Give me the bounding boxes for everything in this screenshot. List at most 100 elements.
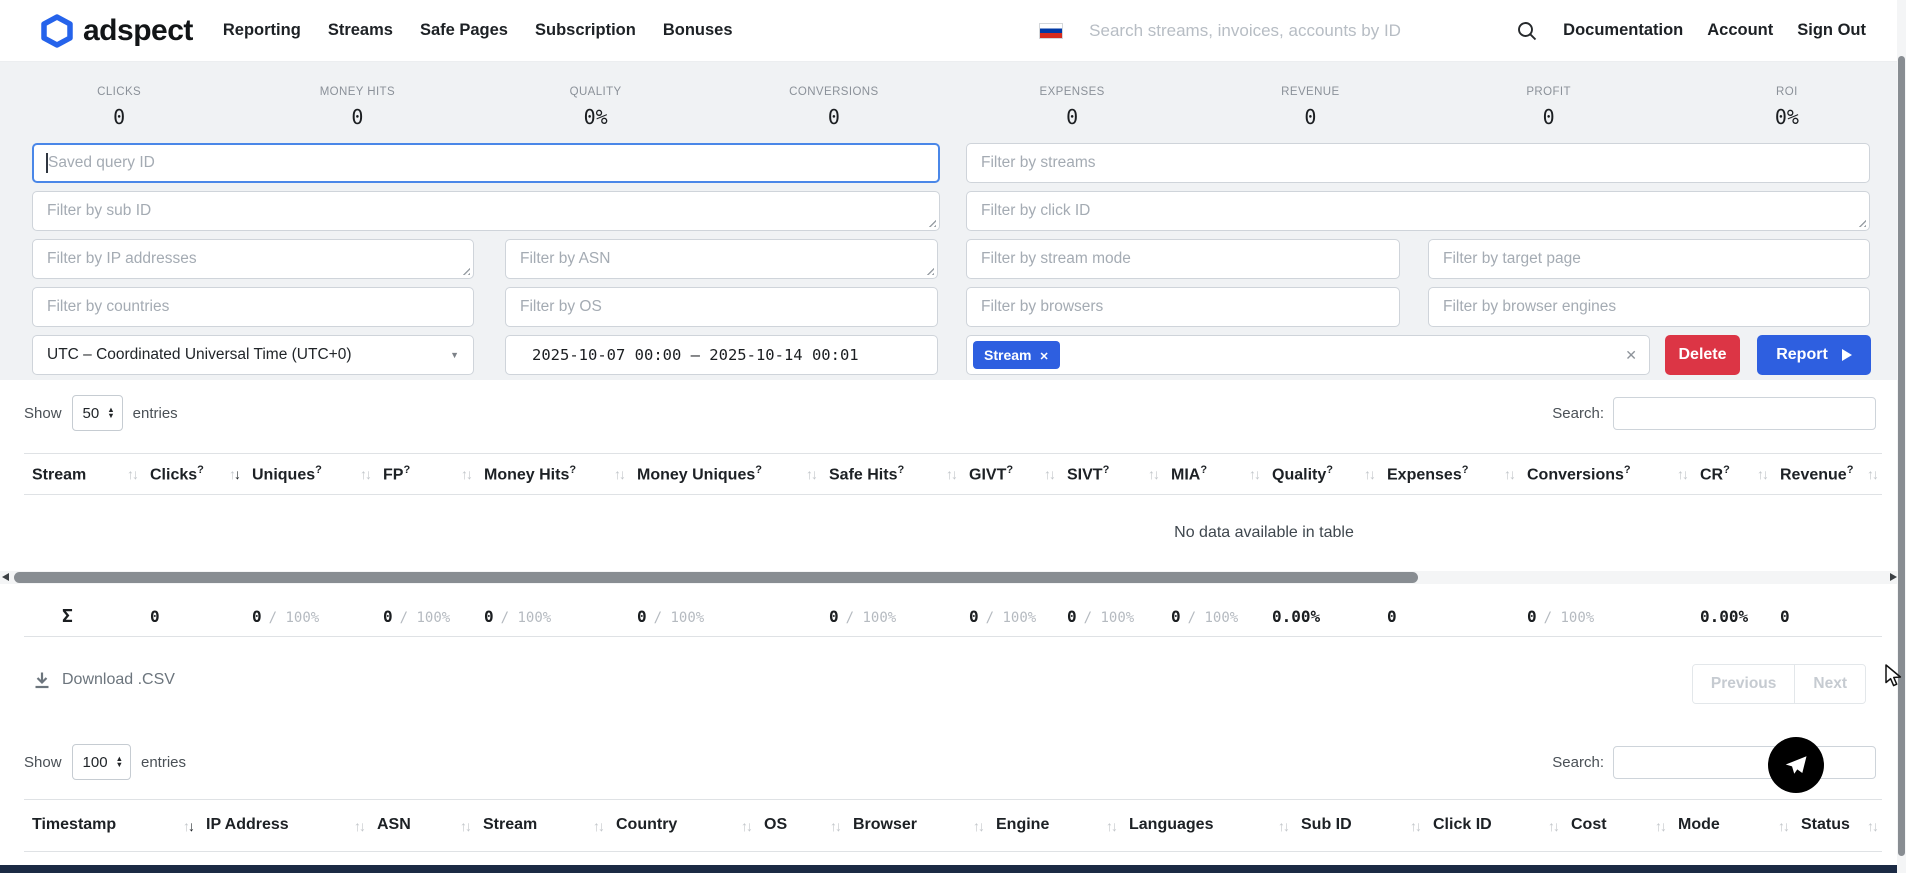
col-sivt[interactable]: SIVT?	[1059, 454, 1163, 495]
streams-field	[966, 143, 1870, 183]
scroll-left-icon[interactable]	[2, 573, 9, 581]
clear-selection-icon[interactable]	[1625, 347, 1637, 364]
col-uniques[interactable]: Uniques?	[244, 454, 375, 495]
nav-account[interactable]: Account	[1707, 21, 1773, 40]
remove-tag-icon[interactable]	[1039, 347, 1048, 363]
date-range-input[interactable]	[505, 335, 938, 375]
asn-filter-input[interactable]	[505, 239, 938, 279]
streams-filter-input[interactable]	[966, 143, 1870, 183]
col-status[interactable]: Status	[1793, 800, 1882, 852]
nav-safe-pages[interactable]: Safe Pages	[420, 21, 508, 40]
click-id-filter-input[interactable]	[966, 191, 1870, 231]
sort-icon	[183, 818, 193, 834]
sort-icon	[1410, 818, 1420, 834]
total-mia: 0/ 100%	[1163, 597, 1264, 637]
table2-search-input[interactable]	[1613, 746, 1876, 779]
search-icon[interactable]	[1515, 19, 1539, 43]
sort-icon	[593, 818, 603, 834]
asn-field	[505, 239, 938, 279]
col-expenses[interactable]: Expenses?	[1379, 454, 1519, 495]
next-button[interactable]: Next	[1795, 665, 1865, 703]
col-cr[interactable]: CR?	[1692, 454, 1772, 495]
stat-roi: ROI 0%	[1668, 62, 1906, 148]
mouse-cursor-icon	[1884, 664, 1906, 693]
sort-icon	[360, 466, 370, 482]
col-languages[interactable]: Languages	[1121, 800, 1293, 852]
horizontal-scrollbar[interactable]	[0, 571, 1906, 584]
col-click-id[interactable]: Click ID	[1425, 800, 1563, 852]
total-uniques: 0/ 100%	[244, 597, 375, 637]
col-os[interactable]: OS	[756, 800, 845, 852]
global-search-input[interactable]	[1087, 20, 1491, 42]
col-givt[interactable]: GIVT?	[961, 454, 1059, 495]
col-cost[interactable]: Cost	[1563, 800, 1670, 852]
timezone-select[interactable]: UTC – Coordinated Universal Time (UTC+0)…	[32, 335, 474, 375]
report-button[interactable]: Report	[1757, 335, 1871, 375]
browsers-filter-input[interactable]	[966, 287, 1400, 327]
table2-length-control: Show 100 entries	[24, 745, 186, 779]
sort-icon	[946, 466, 956, 482]
ip-addresses-filter-input[interactable]	[32, 239, 474, 279]
col-quality[interactable]: Quality?	[1264, 454, 1379, 495]
col-sub-id[interactable]: Sub ID	[1293, 800, 1425, 852]
total-money-hits: 0/ 100%	[476, 597, 629, 637]
sort-icon	[461, 466, 471, 482]
horizontal-scrollbar-thumb[interactable]	[14, 572, 1418, 583]
col-money-hits[interactable]: Money Hits?	[476, 454, 629, 495]
os-filter-input[interactable]	[505, 287, 938, 327]
total-sivt: 0/ 100%	[1059, 597, 1163, 637]
target-page-filter-input[interactable]	[1428, 239, 1870, 279]
selected-tag-stream[interactable]: Stream	[973, 341, 1060, 369]
col-browser[interactable]: Browser	[845, 800, 988, 852]
col-stream2[interactable]: Stream	[475, 800, 608, 852]
col-country[interactable]: Country	[608, 800, 756, 852]
sub-id-filter-input[interactable]	[32, 191, 940, 231]
stream-mode-filter-input[interactable]	[966, 239, 1400, 279]
col-timestamp[interactable]: Timestamp	[24, 800, 198, 852]
col-asn[interactable]: ASN	[369, 800, 475, 852]
vertical-scrollbar-thumb[interactable]	[1898, 56, 1905, 856]
sort-icon	[830, 818, 840, 834]
col-engine[interactable]: Engine	[988, 800, 1121, 852]
col-clicks[interactable]: Clicks?	[142, 454, 244, 495]
total-cr: 0.00%	[1692, 597, 1772, 637]
col-ip-address[interactable]: IP Address	[198, 800, 369, 852]
ip-addresses-field	[32, 239, 474, 279]
report-type-multiselect[interactable]: Stream	[966, 335, 1650, 375]
download-csv-link[interactable]: Download .CSV	[32, 670, 175, 690]
page-size-select[interactable]: 50	[72, 395, 123, 431]
col-money-uniques[interactable]: Money Uniques?	[629, 454, 821, 495]
table1-search-input[interactable]	[1613, 397, 1876, 430]
countries-filter-input[interactable]	[32, 287, 474, 327]
col-mode[interactable]: Mode	[1670, 800, 1793, 852]
col-mia[interactable]: MIA?	[1163, 454, 1264, 495]
adspect-logo[interactable]: adspect	[40, 14, 193, 48]
col-safe-hits[interactable]: Safe Hits?	[821, 454, 961, 495]
nav-sign-out[interactable]: Sign Out	[1797, 21, 1866, 40]
scroll-right-icon[interactable]	[1890, 573, 1897, 581]
col-stream[interactable]: Stream	[24, 454, 142, 495]
col-conversions[interactable]: Conversions?	[1519, 454, 1692, 495]
vertical-scrollbar[interactable]	[1897, 0, 1906, 873]
stepper-icon	[116, 756, 123, 768]
total-conversions: 0/ 100%	[1519, 597, 1692, 637]
browser-engines-filter-input[interactable]	[1428, 287, 1870, 327]
nav-streams[interactable]: Streams	[328, 21, 393, 40]
nav-subscription[interactable]: Subscription	[535, 21, 636, 40]
nav-reporting[interactable]: Reporting	[223, 21, 301, 40]
play-icon	[1842, 349, 1852, 361]
stat-expenses: EXPENSES 0	[953, 62, 1191, 148]
previous-button[interactable]: Previous	[1693, 665, 1795, 703]
page-size-select-2[interactable]: 100	[72, 744, 131, 780]
delete-button[interactable]: Delete	[1665, 335, 1740, 375]
empty-table-message: No data available in table	[1174, 524, 1354, 542]
stat-quality: QUALITY 0%	[477, 62, 715, 148]
nav-documentation[interactable]: Documentation	[1563, 21, 1683, 40]
nav-bonuses[interactable]: Bonuses	[663, 21, 733, 40]
browsers-field	[966, 287, 1400, 327]
russian-flag-icon[interactable]	[1039, 23, 1063, 39]
telegram-button[interactable]	[1768, 737, 1824, 793]
col-revenue[interactable]: Revenue?	[1772, 454, 1882, 495]
col-fp[interactable]: FP?	[375, 454, 476, 495]
saved-query-input[interactable]	[32, 143, 940, 183]
